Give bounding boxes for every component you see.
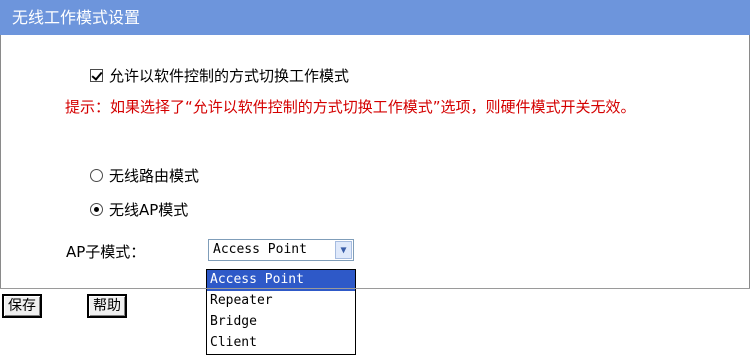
save-button[interactable]: 保存 [2, 294, 42, 318]
mode-option-ap[interactable]: 无线AP模式 [90, 199, 188, 220]
ap-submode-dropdown: Access Point Repeater Bridge Client [206, 269, 356, 355]
dropdown-option-bridge[interactable]: Bridge [207, 312, 355, 333]
dropdown-option-repeater[interactable]: Repeater [207, 291, 355, 312]
help-button[interactable]: 帮助 [87, 294, 127, 318]
divider [0, 288, 750, 289]
ap-submode-label-row: AP子模式： [66, 241, 145, 262]
software-control-option[interactable]: 允许以软件控制的方式切换工作模式 [90, 65, 349, 86]
radio-router-mode[interactable] [90, 169, 103, 182]
chevron-down-icon[interactable]: ▼ [335, 241, 352, 259]
mode-label-router: 无线路由模式 [109, 167, 200, 185]
ap-submode-label: AP子模式： [66, 243, 146, 261]
dropdown-option-client[interactable]: Client [207, 333, 355, 354]
software-control-checkbox[interactable] [90, 69, 103, 82]
radio-selected-dot [94, 207, 99, 212]
radio-ap-mode[interactable] [90, 203, 103, 216]
section-title: 无线工作模式设置 [12, 8, 141, 27]
mode-label-ap: 无线AP模式 [109, 201, 189, 219]
software-control-label: 允许以软件控制的方式切换工作模式 [109, 67, 350, 85]
ap-submode-select[interactable]: Access Point ▼ [208, 239, 354, 261]
section-header: 无线工作模式设置 [0, 0, 750, 35]
mode-option-router[interactable]: 无线路由模式 [90, 165, 199, 186]
checkmark-icon [91, 69, 103, 81]
hint-text: 提示：如果选择了“允许以软件控制的方式切换工作模式”选项，则硬件模式开关无效。 [65, 98, 636, 116]
ap-submode-value: Access Point [213, 242, 307, 257]
